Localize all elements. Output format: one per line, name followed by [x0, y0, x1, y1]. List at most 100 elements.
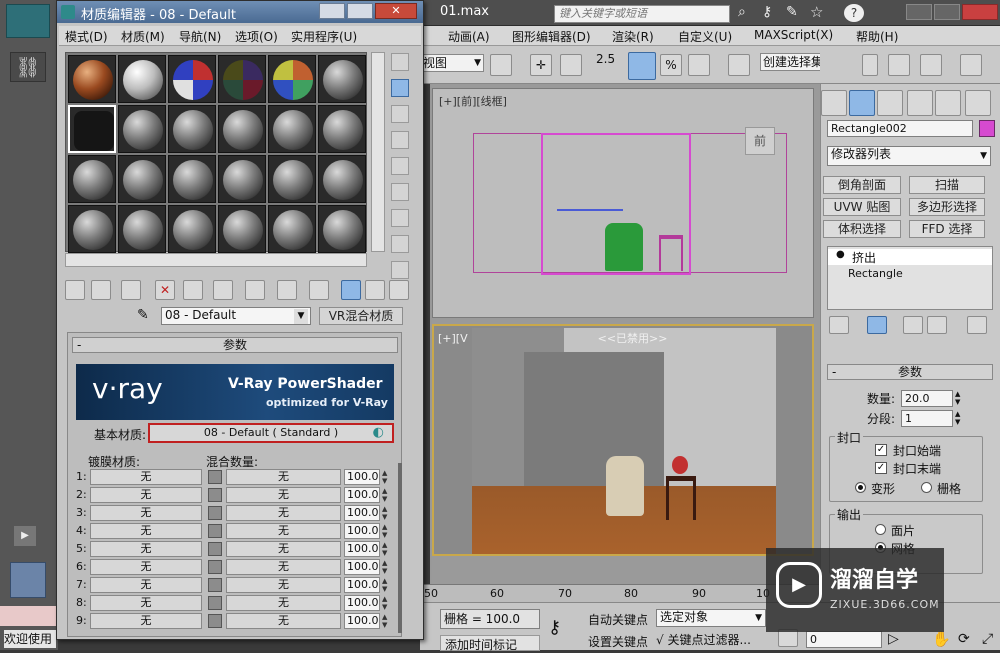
- material-slot[interactable]: [318, 155, 366, 203]
- link-icon[interactable]: ⛓: [10, 52, 46, 82]
- make-copy-icon[interactable]: [183, 280, 203, 300]
- layer-icon[interactable]: [960, 54, 982, 76]
- me-menu-navigation[interactable]: 导航(N): [179, 28, 221, 45]
- layer-color-swatch[interactable]: [208, 542, 222, 556]
- blend-amount-spinner[interactable]: ▲ ▼: [382, 487, 392, 503]
- editor-close-button[interactable]: ✕: [375, 3, 417, 19]
- material-slot[interactable]: [218, 105, 266, 153]
- coat-material-button[interactable]: 无: [90, 523, 202, 539]
- reset-map-icon[interactable]: ✕: [155, 280, 175, 300]
- segments-field[interactable]: 1: [901, 410, 953, 427]
- maxscript-listener[interactable]: [0, 606, 56, 626]
- coat-material-button[interactable]: 无: [90, 577, 202, 593]
- material-name-dropdown[interactable]: 08 - Default ▼: [161, 307, 311, 325]
- layer-color-swatch[interactable]: [208, 614, 222, 628]
- material-id-icon[interactable]: [277, 280, 297, 300]
- hierarchy-tab-icon[interactable]: [877, 90, 903, 116]
- amount-spinner[interactable]: ▲ ▼: [955, 390, 965, 407]
- pan-icon[interactable]: ✋: [932, 630, 951, 648]
- make-unique-icon[interactable]: [213, 280, 233, 300]
- maximize-viewport-icon[interactable]: ⤢: [982, 631, 993, 647]
- add-time-tag-button[interactable]: 添加时间标记: [440, 635, 540, 652]
- auto-key-label[interactable]: 自动关键点: [588, 611, 648, 628]
- material-editor-titlebar[interactable]: 材质编辑器 - 08 - Default ✕: [57, 1, 423, 23]
- menu-customize[interactable]: 自定义(U): [678, 28, 732, 45]
- base-material-button[interactable]: 08 - Default ( Standard ) ◐: [148, 423, 394, 443]
- align-icon[interactable]: [920, 54, 942, 76]
- show-end-result-icon[interactable]: [867, 316, 887, 334]
- move-icon[interactable]: ✛: [530, 54, 552, 76]
- layer-color-swatch[interactable]: [208, 596, 222, 610]
- go-forward-icon[interactable]: [389, 280, 409, 300]
- viewport-front[interactable]: [+][前][线框] 前: [432, 88, 814, 318]
- utilities-tab-icon[interactable]: [965, 90, 991, 116]
- layer-color-swatch[interactable]: [208, 560, 222, 574]
- current-frame-field[interactable]: 0: [806, 631, 882, 648]
- material-slot[interactable]: [118, 155, 166, 203]
- material-slot[interactable]: [268, 55, 316, 103]
- material-slot[interactable]: [218, 55, 266, 103]
- cap-end-checkbox[interactable]: ✓: [875, 462, 887, 474]
- uvw-map-button[interactable]: UVW 贴图: [823, 198, 901, 216]
- blend-map-button[interactable]: 无: [226, 469, 341, 485]
- pin-icon[interactable]: ✎: [786, 4, 798, 20]
- blend-amount-spinner[interactable]: ▲ ▼: [382, 523, 392, 539]
- remove-modifier-icon[interactable]: [927, 316, 947, 334]
- orbit-icon[interactable]: ⟳: [958, 631, 970, 647]
- rollout-scrollbar[interactable]: [398, 463, 402, 633]
- material-slot[interactable]: [218, 205, 266, 253]
- blend-amount-field[interactable]: 100.0: [344, 487, 380, 503]
- show-end-result-icon[interactable]: [341, 280, 361, 300]
- view-dropdown[interactable]: 视图 ▼: [420, 54, 484, 72]
- slots-scrollbar-h[interactable]: [65, 253, 367, 267]
- material-slot[interactable]: [218, 155, 266, 203]
- material-slot[interactable]: [68, 105, 116, 153]
- material-slot[interactable]: [168, 155, 216, 203]
- material-slot[interactable]: [68, 55, 116, 103]
- pivot-icon[interactable]: [490, 54, 512, 76]
- menu-animation[interactable]: 动画(A): [448, 28, 490, 45]
- snap-value[interactable]: 2.5: [596, 52, 615, 66]
- material-slot[interactable]: [268, 105, 316, 153]
- blend-amount-field[interactable]: 100.0: [344, 559, 380, 575]
- coat-material-button[interactable]: 无: [90, 541, 202, 557]
- material-slot[interactable]: [318, 105, 366, 153]
- mirror-icon[interactable]: [888, 54, 910, 76]
- star-icon[interactable]: ☆: [810, 3, 823, 21]
- params-rollout-header[interactable]: - 参数: [827, 364, 993, 380]
- amount-field[interactable]: 20.0: [901, 390, 953, 407]
- blend-amount-spinner[interactable]: ▲ ▼: [382, 577, 392, 593]
- options-icon[interactable]: [391, 209, 409, 227]
- select-by-material-icon[interactable]: [391, 235, 409, 253]
- key-icon[interactable]: ⚷: [762, 4, 772, 20]
- layer-color-swatch[interactable]: [208, 578, 222, 592]
- blend-map-button[interactable]: 无: [226, 595, 341, 611]
- me-menu-options[interactable]: 选项(O): [235, 28, 278, 45]
- poly-select-button[interactable]: 多边形选择: [909, 198, 985, 216]
- window-minimize[interactable]: [906, 4, 932, 20]
- menu-help[interactable]: 帮助(H): [856, 28, 898, 45]
- grid-radio[interactable]: [921, 482, 932, 493]
- blend-map-button[interactable]: 无: [226, 577, 341, 593]
- edit-named-selection-icon[interactable]: [728, 54, 750, 76]
- patch-radio[interactable]: [875, 524, 886, 535]
- blend-amount-field[interactable]: 100.0: [344, 577, 380, 593]
- set-key-label[interactable]: 设置关键点: [588, 633, 648, 650]
- key-mode-icon[interactable]: ⚷: [548, 617, 561, 638]
- blend-map-button[interactable]: 无: [226, 559, 341, 575]
- me-menu-mode[interactable]: 模式(D): [65, 28, 108, 45]
- angle-snap-icon[interactable]: [628, 52, 656, 80]
- viewcube-front[interactable]: 前: [745, 127, 775, 155]
- configure-sets-icon[interactable]: [967, 316, 987, 334]
- help-icon[interactable]: ?: [844, 4, 864, 22]
- pin-stack-icon[interactable]: [829, 316, 849, 334]
- make-unique-icon[interactable]: [903, 316, 923, 334]
- sweep-button[interactable]: 扫描: [909, 176, 985, 194]
- eyedropper-icon[interactable]: ✎: [137, 307, 149, 323]
- play-icon[interactable]: ▷: [888, 631, 899, 647]
- put-to-library-icon[interactable]: [245, 280, 265, 300]
- blend-amount-field[interactable]: 100.0: [344, 613, 380, 629]
- backlight-icon[interactable]: [391, 79, 409, 97]
- material-slot[interactable]: [118, 105, 166, 153]
- material-slot[interactable]: [318, 205, 366, 253]
